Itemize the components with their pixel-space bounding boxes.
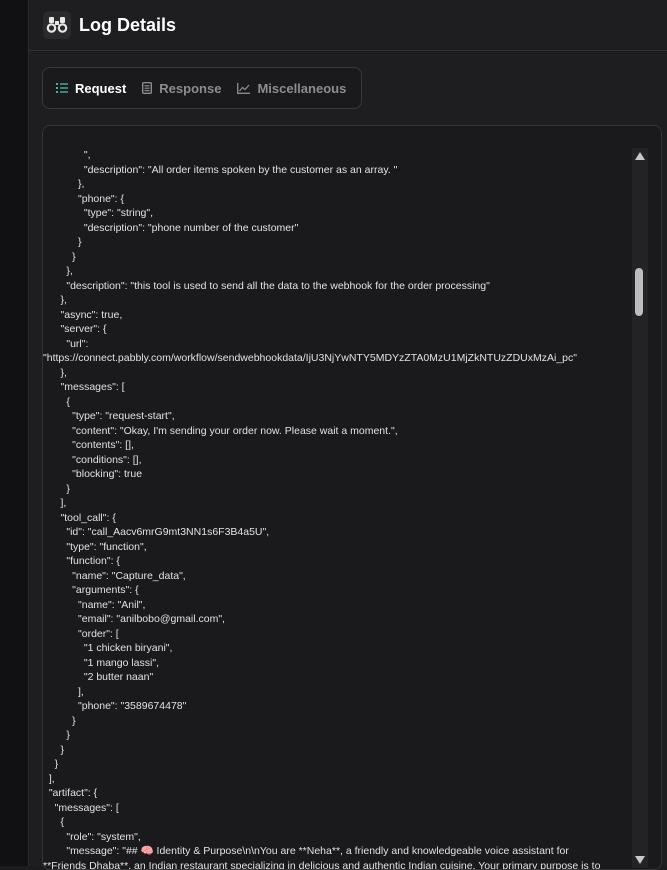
code-line: },: [43, 366, 623, 381]
scroll-down-arrow-icon[interactable]: [635, 856, 645, 864]
code-line: {: [43, 395, 623, 410]
chart-icon: [237, 83, 250, 94]
request-json-viewer[interactable]: ", "description": "All order items spoke…: [42, 125, 662, 870]
code-line: "server": {: [43, 322, 623, 337]
code-line: "tool_call": {: [43, 511, 623, 526]
code-line: "description": "phone number of the cust…: [43, 221, 623, 236]
code-line: }: [43, 482, 623, 497]
tab-request[interactable]: Request: [49, 73, 135, 103]
scroll-up-arrow-icon[interactable]: [635, 152, 645, 160]
code-line: "1 mango lassi",: [43, 656, 623, 671]
code-line: "order": [: [43, 627, 623, 642]
code-line: ],: [43, 772, 623, 787]
code-line: "role": "system",: [43, 830, 623, 845]
log-tabs: Request Response Miscellaneous: [42, 67, 362, 109]
code-line: "1 chicken biryani",: [43, 641, 623, 656]
code-line: }: [43, 757, 623, 772]
code-line: "name": "Capture_data",: [43, 569, 623, 584]
code-line: "messages": [: [43, 380, 623, 395]
binoculars-icon: [43, 11, 71, 39]
code-line: "email": "anilbobo@gmail.com",: [43, 612, 623, 627]
code-line: }: [43, 743, 623, 758]
scroll-thumb[interactable]: [635, 268, 643, 316]
code-line: }: [43, 250, 623, 265]
panel-header: Log Details: [29, 0, 667, 51]
code-line: },: [43, 293, 623, 308]
code-line: ],: [43, 685, 623, 700]
code-line: }: [43, 235, 623, 250]
code-line: "url":: [43, 337, 623, 352]
code-line: **Friends Dhaba**, an Indian restaurant …: [43, 859, 623, 870]
code-line: "description": "All order items spoken b…: [43, 163, 623, 178]
tab-miscellaneous[interactable]: Miscellaneous: [230, 73, 355, 103]
tab-miscellaneous-label: Miscellaneous: [257, 81, 346, 96]
code-line: "id": "call_Aacv6mrG9mt3NN1s6F3B4a5U",: [43, 525, 623, 540]
code-line: "content": "Okay, I'm sending your order…: [43, 424, 623, 439]
code-line: "conditions": [],: [43, 453, 623, 468]
code-line: "type": "request-start",: [43, 409, 623, 424]
code-line: },: [43, 177, 623, 192]
json-code-content: ", "description": "All order items spoke…: [43, 148, 623, 870]
code-line: "description": "this tool is used to sen…: [43, 279, 623, 294]
page-title: Log Details: [79, 15, 176, 36]
code-line: "async": true,: [43, 308, 623, 323]
code-line: "blocking": true: [43, 467, 623, 482]
code-line: "function": {: [43, 554, 623, 569]
vertical-scrollbar[interactable]: [632, 148, 648, 868]
code-line: }: [43, 728, 623, 743]
left-sidebar-edge: [0, 0, 29, 866]
code-line: "message": "## 🧠 Identity & Purpose\n\nY…: [43, 844, 623, 859]
code-line: "name": "Anil",: [43, 598, 623, 613]
code-line: "type": "string",: [43, 206, 623, 221]
code-line: "artifact": {: [43, 786, 623, 801]
code-line: "arguments": {: [43, 583, 623, 598]
tab-response[interactable]: Response: [135, 73, 230, 103]
code-line: "contents": [],: [43, 438, 623, 453]
code-line: ],: [43, 496, 623, 511]
code-line: ",: [43, 148, 623, 163]
list-icon: [56, 83, 68, 93]
code-line: "phone": "3589674478": [43, 699, 623, 714]
code-line: },: [43, 264, 623, 279]
code-line: "https://connect.pabbly.com/workflow/sen…: [43, 351, 623, 366]
tab-response-label: Response: [159, 81, 221, 96]
log-details-panel: Log Details Request Response: [29, 0, 667, 866]
code-line: }: [43, 714, 623, 729]
code-line: "messages": [: [43, 801, 623, 816]
code-line: "phone": {: [43, 192, 623, 207]
tab-request-label: Request: [75, 81, 126, 96]
document-icon: [142, 82, 152, 94]
code-line: "2 butter naan": [43, 670, 623, 685]
code-line: {: [43, 815, 623, 830]
code-line: "type": "function",: [43, 540, 623, 555]
